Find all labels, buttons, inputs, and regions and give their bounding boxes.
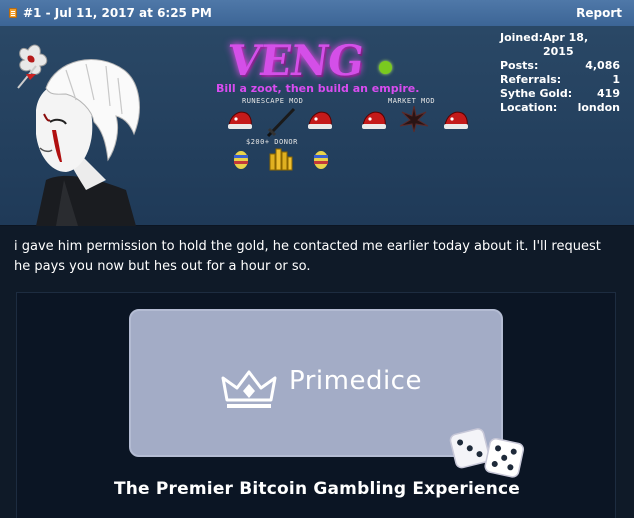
online-status-indicator	[379, 61, 392, 74]
dice-icon	[449, 428, 525, 478]
advertisement-banner[interactable]: Primedice The Premier Bitcoin Gambling E…	[16, 292, 616, 518]
stat-label: Location:	[500, 101, 558, 114]
easter-egg-icon	[234, 151, 248, 169]
stat-row-joined: Joined: Apr 18, 2015	[500, 31, 620, 59]
stat-row-sythe-gold: Sythe Gold: 419	[500, 87, 620, 101]
santa-hat-icon	[308, 111, 332, 129]
post-header: #1 - Jul 11, 2017 at 6:25 PM Report	[0, 0, 634, 26]
rank-label-runescape-mod: RUNESCAPE MOD	[242, 97, 304, 105]
user-profile: VENG Bill a zoot, then build an empire. …	[0, 26, 634, 226]
stat-value: 419	[597, 87, 620, 100]
stat-value: london	[577, 101, 620, 114]
sword-icon	[266, 107, 296, 138]
ad-tagline: The Premier Bitcoin Gambling Experience	[113, 479, 521, 499]
post-header-left: #1 - Jul 11, 2017 at 6:25 PM	[8, 6, 212, 20]
user-stats: Joined: Apr 18, 2015 Posts: 4,086 Referr…	[500, 31, 620, 115]
post-permalink[interactable]: #1 - Jul 11, 2017 at 6:25 PM	[23, 6, 212, 20]
easter-egg-icon	[314, 151, 328, 169]
stat-label: Sythe Gold:	[500, 87, 573, 100]
ad-card[interactable]: Primedice	[129, 309, 503, 457]
avatar[interactable]	[6, 30, 156, 226]
stat-label: Joined:	[500, 31, 543, 44]
user-tagline: Bill a zoot, then build an empire.	[216, 82, 420, 95]
gold-coins-icon	[269, 148, 293, 171]
report-link[interactable]: Report	[576, 6, 622, 20]
rank-label-donor: $200+ DONOR	[246, 138, 298, 146]
stat-row-referrals: Referrals: 1	[500, 73, 620, 87]
stat-value: Apr 18, 2015	[543, 31, 589, 58]
santa-hat-icon	[362, 111, 386, 129]
signature-banner: VENG Bill a zoot, then build an empire. …	[212, 28, 482, 188]
santa-hat-icon	[444, 111, 468, 129]
banner-title: VENG	[224, 36, 367, 85]
ad-brand-name: Primedice	[289, 366, 422, 396]
stat-row-posts: Posts: 4,086	[500, 59, 620, 73]
crown-icon	[221, 370, 277, 408]
post-message: i gave him permission to hold the gold, …	[14, 239, 601, 274]
stat-label: Posts:	[500, 59, 539, 72]
stat-row-location: Location: london	[500, 101, 620, 115]
black-santa-hat-icon	[399, 105, 429, 133]
post-icon	[8, 8, 18, 18]
rose-icon	[17, 44, 48, 89]
stat-label: Referrals:	[500, 73, 562, 86]
stat-value: 1	[612, 73, 620, 86]
santa-hat-icon	[228, 111, 252, 129]
stat-value: 4,086	[585, 59, 620, 72]
